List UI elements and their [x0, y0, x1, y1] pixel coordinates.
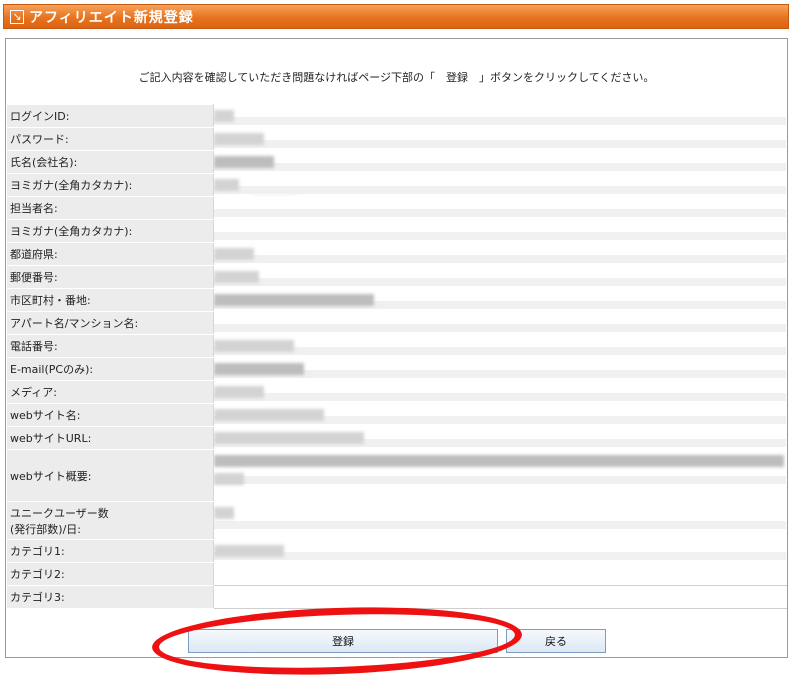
redacted-value: [214, 455, 784, 467]
field-label: 氏名(会社名):: [6, 150, 214, 174]
field-label: 都道府県:: [6, 242, 214, 266]
redacted-value: [214, 432, 364, 444]
field-value-redacted: [213, 334, 787, 358]
redacted-value: [214, 363, 304, 375]
redacted-value: [214, 110, 234, 122]
form-row: E-mail(PCのみ):: [6, 357, 787, 381]
field-value-redacted: [213, 380, 787, 404]
form-row: カテゴリ2:: [6, 562, 787, 586]
field-label: アパート名/マンション名:: [6, 311, 214, 335]
field-value-redacted: [213, 539, 787, 563]
row-stripe: [214, 117, 786, 125]
field-value-redacted: [213, 357, 787, 381]
field-value-redacted: [213, 288, 787, 312]
field-value-redacted: [213, 173, 787, 197]
redacted-value: [214, 409, 324, 421]
form-row: パスワード:: [6, 127, 787, 151]
row-stripe: [214, 255, 786, 263]
redacted-value: [214, 156, 274, 168]
field-label: カテゴリ3:: [6, 585, 214, 609]
field-value-redacted: [213, 426, 787, 450]
field-value-redacted: [213, 265, 787, 289]
field-label: 市区町村・番地:: [6, 288, 214, 312]
field-value-redacted: [213, 150, 787, 174]
redacted-value: [214, 386, 264, 398]
field-label: webサイト名:: [6, 403, 214, 427]
page-header: ↘ アフィリエイト新規登録: [3, 4, 789, 29]
field-value-redacted: [213, 196, 787, 220]
redacted-value: [214, 248, 254, 260]
form-row: ヨミガナ(全角カタカナ):: [6, 173, 787, 197]
form-row: アパート名/マンション名:: [6, 311, 787, 335]
redacted-value: [214, 294, 374, 306]
form-row: ユニークユーザー数 (発行部数)/日:: [6, 501, 787, 540]
form-row: webサイト概要:: [6, 449, 787, 502]
form-row: webサイト名:: [6, 403, 787, 427]
field-label: webサイト概要:: [6, 449, 214, 502]
form-row: 電話番号:: [6, 334, 787, 358]
field-label: ヨミガナ(全角カタカナ):: [6, 219, 214, 243]
redacted-value: [214, 179, 239, 191]
form-row: 氏名(会社名):: [6, 150, 787, 174]
field-value-redacted: [213, 501, 787, 540]
field-label: カテゴリ1:: [6, 539, 214, 563]
row-stripe: [214, 209, 786, 217]
field-label: webサイトURL:: [6, 426, 214, 450]
form-row: ログインID:: [6, 104, 787, 128]
form-row: 市区町村・番地:: [6, 288, 787, 312]
field-value-redacted: [213, 403, 787, 427]
redacted-value: [214, 545, 284, 557]
field-label: パスワード:: [6, 127, 214, 151]
field-value-redacted: [213, 242, 787, 266]
field-label: メディア:: [6, 380, 214, 404]
row-stripe: [214, 476, 786, 484]
confirmation-table: ログインID: パスワード: 氏名(会社名): ヨミガナ(全角カタカナ): 担当者名: ヨ…: [6, 104, 787, 609]
form-row: webサイトURL:: [6, 426, 787, 450]
confirmation-panel: ご記入内容を確認していただき問題なければページ下部の「 登録 」ボタンをクリック…: [5, 38, 788, 658]
form-row: メディア:: [6, 380, 787, 404]
row-stripe: [214, 347, 786, 355]
row-stripe: [214, 278, 786, 286]
form-row: 担当者名:: [6, 196, 787, 220]
field-value-redacted: [213, 585, 787, 609]
redacted-value: [214, 473, 244, 485]
field-label: 郵便番号:: [6, 265, 214, 289]
field-value-redacted: [213, 562, 787, 586]
field-label: ユニークユーザー数 (発行部数)/日:: [6, 501, 214, 540]
field-label: カテゴリ2:: [6, 562, 214, 586]
field-value-redacted: [213, 104, 787, 128]
form-row: カテゴリ1:: [6, 539, 787, 563]
field-value-redacted: [213, 449, 787, 502]
page-title: アフィリエイト新規登録: [29, 9, 194, 26]
field-label: E-mail(PCのみ):: [6, 357, 214, 381]
instruction-text: ご記入内容を確認していただき問題なければページ下部の「 登録 」ボタンをクリック…: [138, 71, 655, 84]
row-stripe: [214, 324, 786, 332]
field-value-redacted: [213, 219, 787, 243]
form-row: カテゴリ3:: [6, 585, 787, 609]
field-label: ヨミガナ(全角カタカナ):: [6, 173, 214, 197]
row-stripe: [214, 393, 786, 401]
row-stripe: [214, 232, 786, 240]
field-label: 電話番号:: [6, 334, 214, 358]
redacted-value: [214, 340, 294, 352]
redacted-value: [214, 507, 234, 519]
field-value-redacted: [213, 311, 787, 335]
redacted-value: [214, 133, 264, 145]
redacted-value: [214, 271, 259, 283]
form-row: ヨミガナ(全角カタカナ):: [6, 219, 787, 243]
row-stripe: [214, 140, 786, 148]
form-row: 都道府県:: [6, 242, 787, 266]
row-stripe: [214, 163, 786, 171]
field-value-redacted: [213, 127, 787, 151]
row-stripe: [214, 552, 786, 560]
field-label: 担当者名:: [6, 196, 214, 220]
row-stripe: [214, 186, 786, 194]
form-row: 郵便番号:: [6, 265, 787, 289]
field-label: ログインID:: [6, 104, 214, 128]
row-stripe: [214, 521, 786, 529]
arrow-down-right-icon: ↘: [10, 9, 24, 24]
